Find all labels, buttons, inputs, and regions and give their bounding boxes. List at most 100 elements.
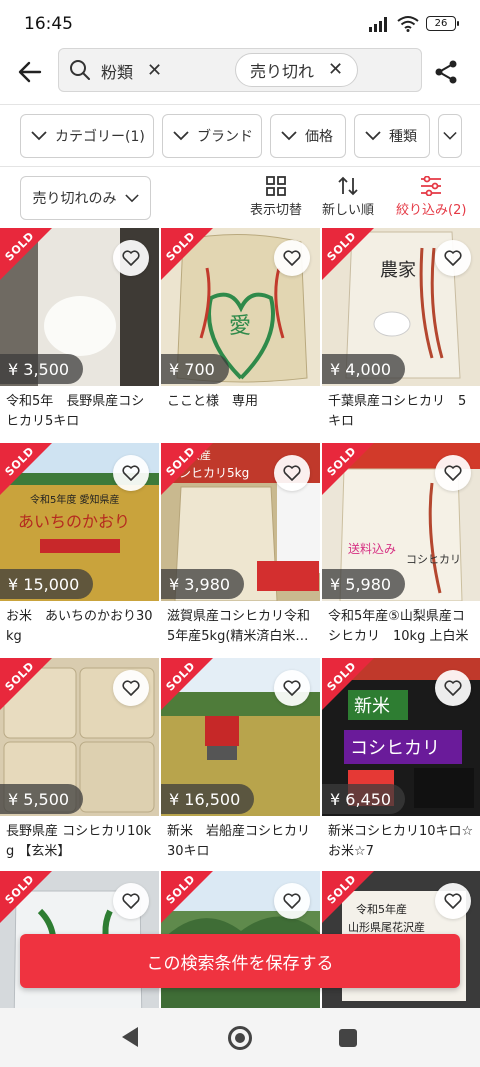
refine-button[interactable]: 絞り込み(2): [396, 176, 466, 218]
product-image[interactable]: 新米 コシヒカリ SOLD ¥ 6,450: [322, 658, 480, 816]
nav-recents-icon[interactable]: [339, 1029, 357, 1047]
search-chip-label: 粉類: [101, 63, 134, 82]
search-input[interactable]: 粉類 ✕ 売り切れ ✕: [58, 48, 422, 92]
product-image[interactable]: 送料込み コシヒカリ SOLD ¥ 5,980: [322, 443, 480, 601]
product-image[interactable]: SOLD ¥ 5,500: [0, 658, 159, 816]
search-results-screen: 16:45 26 粉類 ✕ 売り切れ ✕ カテゴリー(1) ブランド 価格 種類…: [0, 0, 480, 1067]
close-icon[interactable]: ✕: [147, 62, 162, 80]
filter-brand[interactable]: ブランド: [162, 114, 262, 158]
filter-type[interactable]: 種類: [354, 114, 430, 158]
search-header: 粉類 ✕ 売り切れ ✕: [0, 46, 480, 104]
view-toggle-label: 表示切替: [250, 203, 303, 218]
favorite-button[interactable]: [274, 883, 310, 919]
product-title[interactable]: 新米コシヒカリ10キロ☆お米☆7: [322, 816, 480, 864]
sort-bar: 売り切れのみ 表示切替 新しい順 絞り込み(2): [0, 176, 480, 222]
product-card[interactable]: SOLD ¥ 3,500 令和5年 長野県産コシヒカリ5キロ: [0, 228, 159, 434]
svg-text:愛: 愛: [229, 314, 251, 339]
favorite-button[interactable]: [435, 670, 471, 706]
product-card[interactable]: 農家 SOLD ¥ 4,000 千葉県産コシヒカリ 5キロ: [322, 228, 480, 434]
status-icons: 26: [368, 15, 459, 32]
product-image[interactable]: SOLD ¥ 3,500: [0, 228, 159, 386]
product-image[interactable]: 令和5年度 愛知県産 あいちのかおり SOLD ¥ 15,000: [0, 443, 159, 601]
product-card[interactable]: SOLD ¥ 16,500 新米 岩船産コシヒカリ30キロ: [161, 658, 320, 864]
favorite-button[interactable]: [274, 670, 310, 706]
nav-back-icon[interactable]: [122, 1027, 138, 1047]
product-title[interactable]: 長野県産 コシヒカリ10kg 【玄米】: [0, 816, 159, 864]
product-card[interactable]: 愛 SOLD ¥ 700 ここと様 専用: [161, 228, 320, 434]
price-tag: ¥ 4,000: [322, 354, 406, 384]
view-toggle-button[interactable]: 表示切替: [250, 176, 302, 218]
heart-icon: [283, 250, 301, 266]
search-chip[interactable]: 売り切れ ✕: [235, 53, 359, 87]
heart-icon: [283, 680, 301, 696]
favorite-button[interactable]: [274, 240, 310, 276]
heart-icon: [122, 250, 140, 266]
product-title[interactable]: お米 あいちのかおり30kg: [0, 601, 159, 649]
favorite-button[interactable]: [113, 670, 149, 706]
filter-label: 種類: [389, 129, 417, 145]
favorite-button[interactable]: [113, 883, 149, 919]
search-chip-partial[interactable]: 粉類 ✕: [101, 58, 162, 84]
wifi-icon: [397, 16, 419, 32]
search-chip-label: 売り切れ: [250, 62, 315, 81]
heart-icon: [122, 893, 140, 909]
arrow-left-icon: [18, 61, 42, 83]
favorite-button[interactable]: [274, 455, 310, 491]
sort-arrows-icon: [338, 176, 358, 196]
search-icon: [70, 60, 90, 80]
sold-only-label: 売り切れのみ: [32, 191, 117, 207]
sort-label: 新しい順: [322, 203, 375, 218]
filter-price[interactable]: 価格: [270, 114, 346, 158]
favorite-button[interactable]: [113, 240, 149, 276]
product-card[interactable]: 令和5年度 愛知県産 あいちのかおり SOLD ¥ 15,000 お米 あいちの…: [0, 443, 159, 649]
product-title[interactable]: 滋賀県産コシヒカリ令和5年産5kg(精米済白米5...: [161, 601, 320, 649]
heart-icon: [444, 893, 462, 909]
chevron-down-icon: [365, 131, 381, 141]
refine-label: 絞り込み(2): [396, 203, 467, 218]
product-image[interactable]: 滋賀県産 コシヒカリ5kg SOLD ¥ 3,980: [161, 443, 320, 601]
favorite-button[interactable]: [435, 240, 471, 276]
svg-text:送料込み: 送料込み: [348, 541, 396, 556]
product-title[interactable]: 千葉県産コシヒカリ 5キロ: [322, 386, 480, 434]
filter-more[interactable]: [438, 114, 462, 158]
product-card[interactable]: 新米 コシヒカリ SOLD ¥ 6,450 新米コシヒカリ10キロ☆お米☆7: [322, 658, 480, 864]
close-icon[interactable]: ✕: [328, 61, 343, 79]
product-card[interactable]: SOLD ¥ 5,500 長野県産 コシヒカリ10kg 【玄米】: [0, 658, 159, 864]
svg-text:コシヒカリ: コシヒカリ: [406, 553, 461, 566]
filter-label: 価格: [305, 129, 333, 145]
filter-category[interactable]: カテゴリー(1): [20, 114, 154, 158]
favorite-button[interactable]: [435, 455, 471, 491]
product-image[interactable]: 愛 SOLD ¥ 700: [161, 228, 320, 386]
product-title[interactable]: ここと様 専用: [161, 386, 320, 434]
product-image[interactable]: SOLD ¥ 16,500: [161, 658, 320, 816]
save-search-button[interactable]: この検索条件を保存する: [20, 934, 460, 988]
share-button[interactable]: [428, 54, 464, 90]
grid-icon: [266, 176, 286, 196]
price-tag: ¥ 3,500: [0, 354, 84, 384]
product-card[interactable]: 滋賀県産 コシヒカリ5kg SOLD ¥ 3,980 滋賀県産コシヒカリ令和5年…: [161, 443, 320, 649]
divider: [0, 166, 480, 167]
chevron-down-icon: [443, 131, 457, 140]
price-tag: ¥ 700: [161, 354, 229, 384]
heart-icon: [122, 680, 140, 696]
product-card[interactable]: 送料込み コシヒカリ SOLD ¥ 5,980 令和5年産⑤山梨県産コシヒカリ …: [322, 443, 480, 649]
signal-icon: [369, 16, 387, 32]
sort-newest-button[interactable]: 新しい順: [322, 176, 374, 218]
product-title[interactable]: 新米 岩船産コシヒカリ30キロ: [161, 816, 320, 864]
product-title[interactable]: 令和5年産⑤山梨県産コシヒカリ 10kg 上白米: [322, 601, 480, 649]
nav-home-icon[interactable]: [228, 1026, 252, 1050]
product-title[interactable]: 令和5年 長野県産コシヒカリ5キロ: [0, 386, 159, 434]
system-nav-bar: [0, 1008, 480, 1067]
price-tag: ¥ 3,980: [161, 569, 245, 599]
favorite-button[interactable]: [113, 455, 149, 491]
filter-label: ブランド: [197, 129, 253, 145]
status-bar: 16:45 26: [0, 0, 480, 46]
favorite-button[interactable]: [435, 883, 471, 919]
sold-only-dropdown[interactable]: 売り切れのみ: [20, 176, 151, 220]
filter-sliders-icon: [421, 176, 442, 196]
product-image[interactable]: 農家 SOLD ¥ 4,000: [322, 228, 480, 386]
back-button[interactable]: [12, 54, 48, 90]
divider: [0, 104, 480, 105]
filter-bar: カテゴリー(1) ブランド 価格 種類: [20, 114, 462, 158]
heart-icon: [283, 893, 301, 909]
